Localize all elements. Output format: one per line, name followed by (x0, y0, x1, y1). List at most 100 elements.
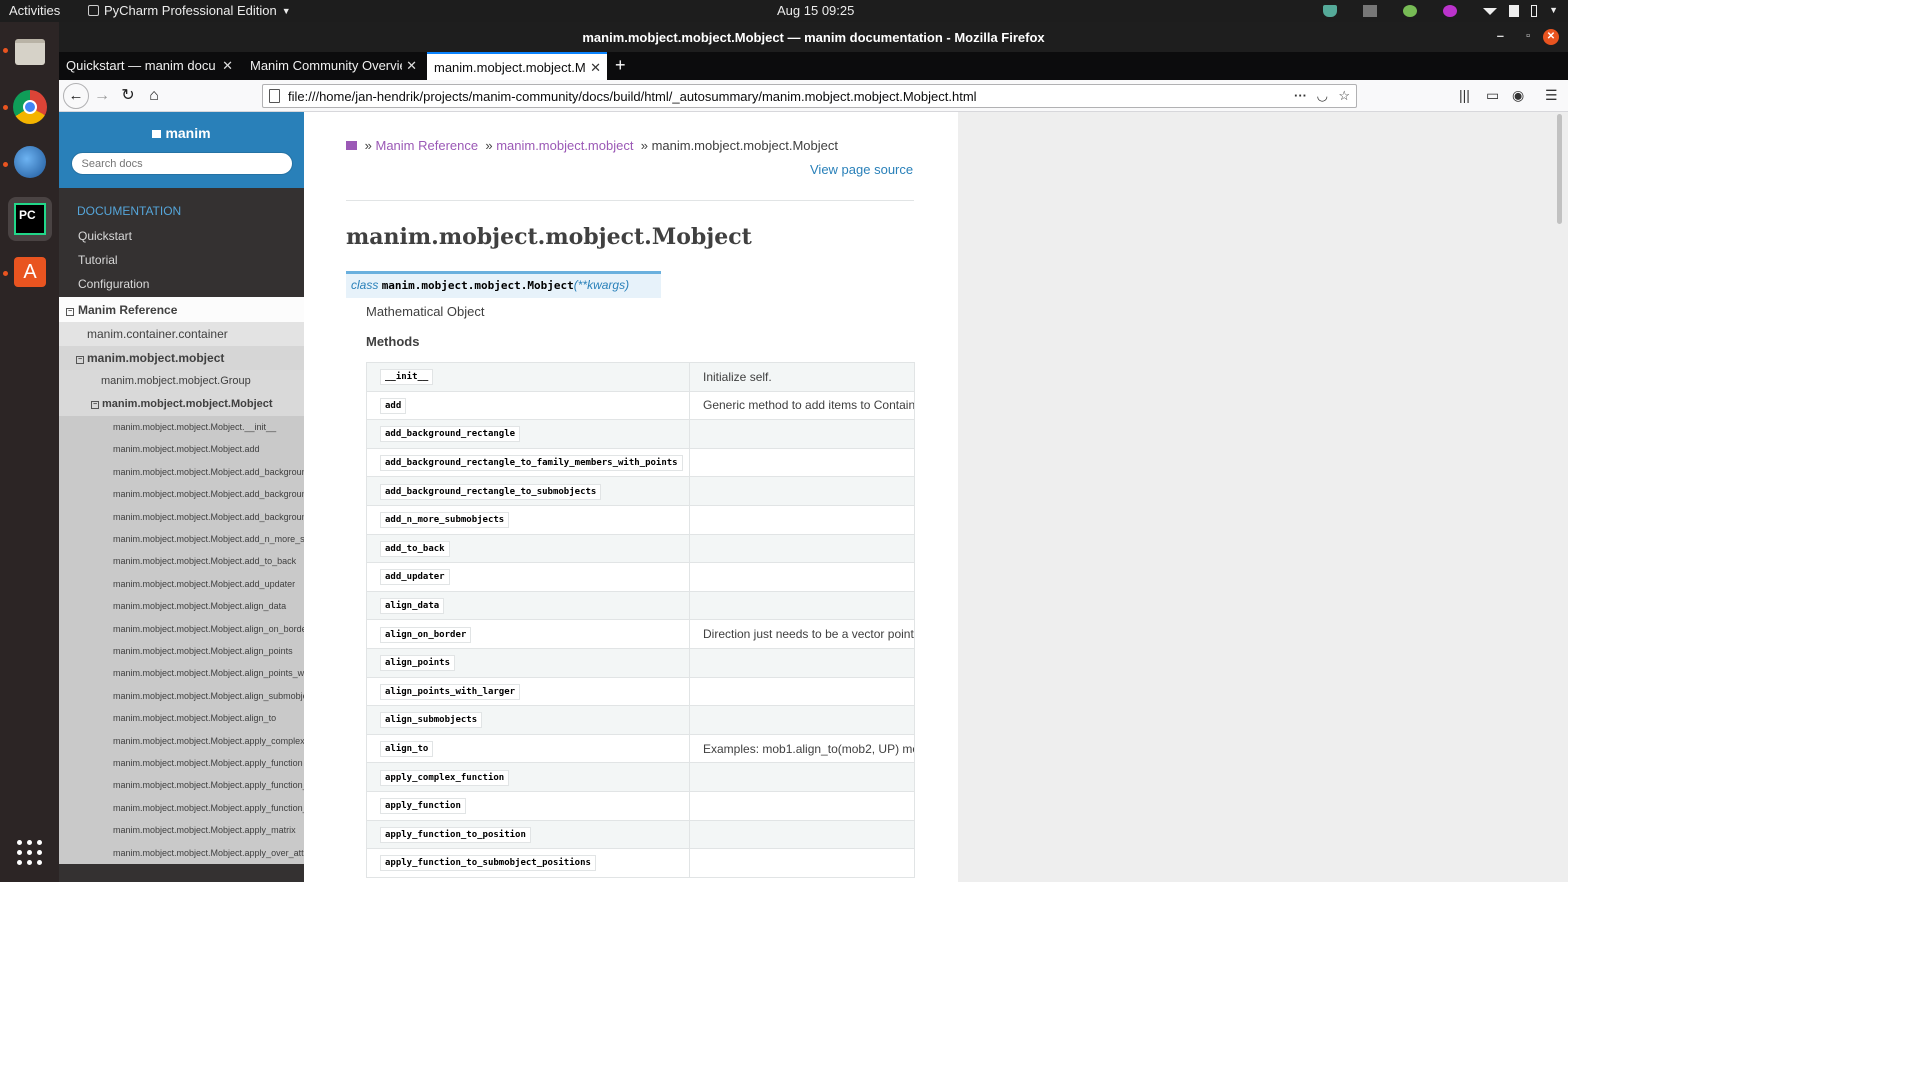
sidebar-item-manim-reference[interactable]: − Manim Reference (59, 297, 304, 322)
menu-icon[interactable]: ☰ (1545, 87, 1558, 104)
sidebar-toggle-icon[interactable]: ▭ (1486, 87, 1499, 104)
method-link[interactable]: apply_function (380, 798, 466, 815)
tab-overview[interactable]: Manim Community Overview ✕ (243, 52, 423, 80)
sidebar-subitem[interactable]: manim.mobject.mobject.Mobject.add_backgr… (59, 460, 304, 484)
breadcrumb-manim-reference[interactable]: Manim Reference (375, 138, 478, 153)
method-link[interactable]: align_on_border (380, 626, 472, 643)
method-link[interactable]: align_data (380, 598, 445, 615)
sidebar-subitem[interactable]: manim.mobject.mobject.Mobject.add_update… (59, 572, 304, 596)
sidebar-subitem-label: manim.mobject.mobject.Mobject.add_to_bac… (113, 556, 297, 567)
method-link[interactable]: align_points (380, 655, 456, 672)
sidebar-subitem[interactable]: manim.mobject.mobject.Mobject.apply_over… (59, 841, 304, 864)
sidebar-subitem[interactable]: manim.container.container (59, 322, 304, 346)
sidebar-subitem[interactable]: manim.mobject.mobject.Mobject.align_poin… (59, 640, 304, 663)
font-icon[interactable] (1363, 5, 1378, 17)
sidebar-subitem[interactable]: manim.mobject.mobject.Mobject.add_backgr… (59, 483, 304, 506)
method-link[interactable]: add_background_rectangle_to_family_membe… (380, 455, 683, 472)
library-icon[interactable]: ||| (1459, 87, 1470, 103)
sidebar-subitem[interactable]: − manim.mobject.mobject.Mobject (59, 393, 304, 416)
sidebar-subitem[interactable]: manim.mobject.mobject.Mobject.__init__ (59, 416, 304, 439)
home-icon[interactable] (346, 141, 357, 150)
collapse-icon[interactable]: − (76, 356, 84, 364)
sidebar-item-quickstart[interactable]: Quickstart (78, 229, 132, 243)
view-source-link[interactable]: View page source (810, 162, 913, 177)
clock[interactable]: Aug 15 09:25 (777, 3, 854, 18)
sidebar-subitem[interactable]: manim.mobject.mobject.Mobject.apply_func… (59, 752, 304, 775)
close-icon[interactable]: ✕ (1543, 29, 1559, 45)
sidebar-subitem[interactable]: manim.mobject.mobject.Mobject.apply_func… (59, 774, 304, 797)
sidebar-subitem-label: manim.mobject.mobject.Mobject.__init__ (113, 422, 277, 432)
sidebar-item-tutorial[interactable]: Tutorial (78, 253, 118, 267)
app-indicator-icon[interactable] (1403, 5, 1418, 17)
method-link[interactable]: __init__ (380, 369, 434, 386)
telegram-icon[interactable] (1443, 5, 1458, 17)
sidebar-subitem[interactable]: manim.mobject.mobject.Mobject.align_on_b… (59, 617, 304, 640)
collapse-icon[interactable]: − (91, 401, 99, 409)
method-link[interactable]: add_to_back (380, 540, 450, 557)
sidebar-subitem[interactable]: manim.mobject.mobject.Mobject.align_to (59, 707, 304, 730)
home-icon[interactable]: ⌂ (142, 85, 166, 107)
arrow-right-icon[interactable]: → (90, 85, 114, 107)
tab-mobject[interactable]: manim.mobject.mobject.Mobject ✕ (427, 52, 607, 80)
wifi-icon[interactable] (1483, 7, 1498, 15)
reload-icon[interactable]: ↻ (116, 85, 140, 107)
bookmark-star-icon[interactable]: ☆ (1338, 88, 1350, 104)
method-link[interactable]: add_n_more_submobjects (380, 512, 510, 529)
chrome-app-icon[interactable] (10, 87, 50, 127)
sidebar-subitem[interactable]: manim.mobject.mobject.Mobject.apply_comp… (59, 729, 304, 752)
close-tab-icon[interactable]: ✕ (222, 58, 233, 74)
sidebar-subitem[interactable]: manim.mobject.mobject.Mobject.apply_matr… (59, 819, 304, 842)
brand-link[interactable]: manim (59, 112, 304, 141)
close-tab-icon[interactable]: ✕ (590, 60, 601, 76)
show-applications-icon[interactable] (17, 840, 43, 866)
battery-icon[interactable] (1531, 5, 1538, 17)
sidebar-subitem[interactable]: manim.mobject.mobject.Mobject.add_to_bac… (59, 550, 304, 573)
page-icon (269, 89, 280, 103)
sidebar-subitem[interactable]: manim.mobject.mobject.Mobject.align_poin… (59, 662, 304, 685)
activities-button[interactable]: Activities (9, 3, 60, 18)
sidebar-subitem[interactable]: manim.mobject.mobject.Mobject.align_data (59, 595, 304, 618)
pycharm-app-icon[interactable]: PC (8, 197, 52, 241)
method-link[interactable]: apply_function_to_position (380, 826, 531, 843)
sidebar-item-configuration[interactable]: Configuration (78, 277, 149, 291)
method-link[interactable]: add_background_rectangle_to_submobjects (380, 483, 602, 500)
method-link[interactable]: align_submobjects (380, 712, 483, 729)
method-link[interactable]: apply_complex_function (380, 769, 510, 786)
app-menu[interactable]: PyCharm Professional Edition ▼ (88, 3, 291, 18)
url-bar[interactable]: file:///home/jan-hendrik/projects/manim-… (262, 84, 1357, 108)
sidebar-subitem[interactable]: manim.mobject.mobject.Mobject.align_subm… (59, 684, 304, 708)
method-link[interactable]: add_updater (380, 569, 450, 586)
method-link[interactable]: align_points_with_larger (380, 683, 521, 700)
sidebar-subitem[interactable]: manim.mobject.mobject.Mobject.apply_func… (59, 796, 304, 820)
method-link[interactable]: add (380, 397, 407, 414)
account-icon[interactable]: ◉ (1512, 87, 1524, 104)
arrow-left-icon[interactable]: ← (63, 83, 89, 109)
method-link[interactable]: apply_function_to_submobject_positions (380, 855, 596, 872)
sidebar-subitem[interactable]: manim.mobject.mobject.Mobject.add_n_more… (59, 528, 304, 551)
caret-down-icon[interactable]: ▼ (1549, 5, 1558, 17)
tab-quickstart[interactable]: Quickstart — manim documentation ✕ (59, 52, 239, 80)
method-link[interactable]: align_to (380, 741, 434, 758)
search-input[interactable] (70, 152, 293, 175)
maximize-icon[interactable]: ▫ (1526, 30, 1530, 42)
pocket-icon[interactable]: ◡ (1317, 88, 1328, 104)
window-title: manim.mobject.mobject.Mobject — manim do… (582, 30, 1045, 45)
scrollbar-thumb[interactable] (1557, 114, 1562, 224)
url-text[interactable]: file:///home/jan-hendrik/projects/manim-… (288, 89, 977, 104)
sidebar-subitem[interactable]: manim.mobject.mobject.Group (59, 370, 304, 393)
software-center-icon[interactable]: A (10, 252, 50, 292)
sidebar-subitem[interactable]: − manim.mobject.mobject (59, 346, 304, 370)
collapse-icon[interactable]: − (66, 308, 74, 316)
close-tab-icon[interactable]: ✕ (406, 58, 417, 74)
files-app-icon[interactable] (10, 32, 50, 72)
breadcrumb-mobject-module[interactable]: manim.mobject.mobject (496, 138, 633, 153)
minimize-icon[interactable]: – (1497, 28, 1504, 43)
new-tab-icon[interactable]: + (615, 55, 626, 76)
thunderbird-app-icon[interactable] (10, 142, 50, 182)
volume-icon[interactable] (1509, 5, 1520, 17)
method-link[interactable]: add_background_rectangle (380, 426, 521, 443)
sidebar-subitem[interactable]: manim.mobject.mobject.Mobject.add (59, 438, 304, 461)
page-actions-icon[interactable]: ··· (1294, 88, 1307, 103)
shield-icon[interactable] (1323, 5, 1338, 17)
sidebar-subitem[interactable]: manim.mobject.mobject.Mobject.add_backgr… (59, 505, 304, 528)
